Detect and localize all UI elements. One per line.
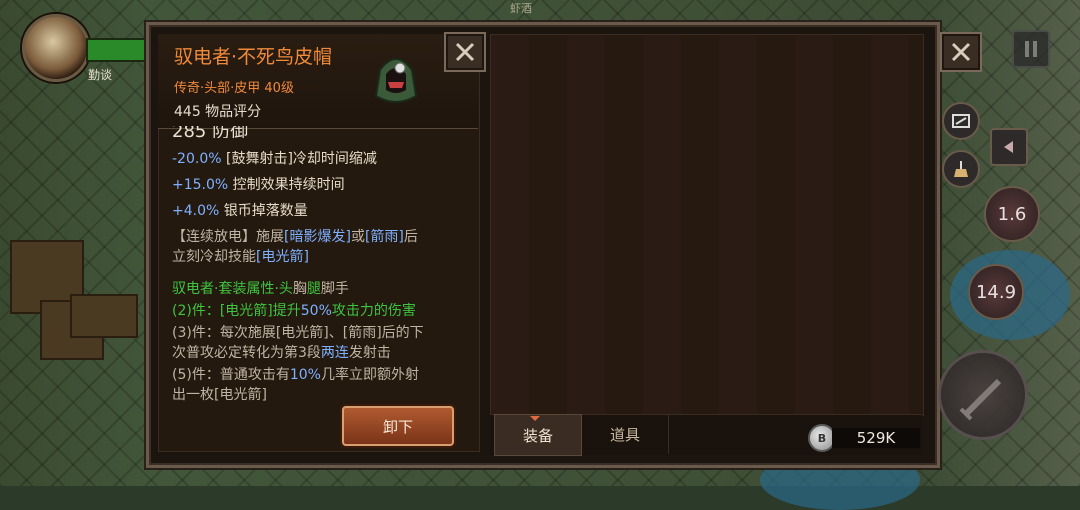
set-bonus-3-line-2: 次普攻必定转化为第3段两连发射击 — [172, 345, 391, 361]
set-bonus-2: (2)件：[电光箭]提升50%攻击力的伤害 — [172, 303, 416, 319]
item-mod-1: -20.0% [鼓舞射击]冷却时间缩减 — [172, 151, 377, 167]
swap-icon — [952, 114, 970, 128]
item-title: 驭电者·不死鸟皮帽 — [174, 46, 333, 68]
sword-icon — [959, 378, 1002, 421]
collapse-button[interactable] — [990, 128, 1028, 166]
map-name: 虾酒 — [510, 2, 532, 15]
money-amount: 529K — [832, 428, 920, 448]
attack-button[interactable] — [938, 350, 1028, 440]
crate — [70, 294, 138, 338]
inventory-grid — [490, 34, 924, 416]
active-tab-indicator-icon — [530, 416, 540, 421]
set-bonus-5-line-2: 出一枚[电光箭] — [172, 387, 267, 403]
skill-button-1[interactable]: 1.6 — [984, 186, 1040, 242]
skill-button-2[interactable]: 14.9 — [968, 264, 1024, 320]
item-effect-line-1: 【连续放电】施展[暗影爆发]或[箭雨]后 — [172, 229, 418, 245]
hp-bar — [86, 38, 154, 62]
close-item-button[interactable] — [444, 32, 486, 72]
item-defense-cut: 285 防御 — [172, 126, 249, 138]
sort-button[interactable] — [942, 150, 980, 188]
tab-items[interactable]: 道具 — [582, 414, 669, 454]
close-icon — [455, 42, 475, 62]
close-icon — [951, 42, 971, 62]
set-bonus-3-line-1: (3)件：每次施展[电光箭]、[箭雨]后的下 — [172, 325, 424, 341]
item-mod-2: +15.0% 控制效果持续时间 — [172, 177, 345, 193]
hooded-hat-icon — [370, 48, 422, 108]
pause-button[interactable] — [1012, 30, 1050, 68]
set-bonus-5-line-1: (5)件：普通攻击有10%几率立即额外射 — [172, 367, 419, 383]
pause-icon — [1025, 41, 1037, 57]
swap-button[interactable] — [942, 102, 980, 140]
hero-avatar[interactable] — [22, 14, 90, 82]
unequip-button[interactable]: 卸下 — [342, 406, 454, 446]
hero-name: 勤谈 — [88, 68, 113, 82]
item-effect-line-2: 立刻冷却技能[电光箭] — [172, 249, 309, 265]
set-header: 驭电者·套装属性·头胸腿脚手 — [172, 281, 349, 297]
item-subtitle: 传奇·头部·皮甲 40级 — [174, 81, 294, 96]
broom-icon — [954, 161, 968, 177]
item-score: 445 物品评分 — [174, 104, 262, 120]
arrow-left-icon — [1004, 141, 1013, 153]
close-panel-button[interactable] — [940, 32, 982, 72]
item-mod-3: +4.0% 银币掉落数量 — [172, 203, 308, 219]
